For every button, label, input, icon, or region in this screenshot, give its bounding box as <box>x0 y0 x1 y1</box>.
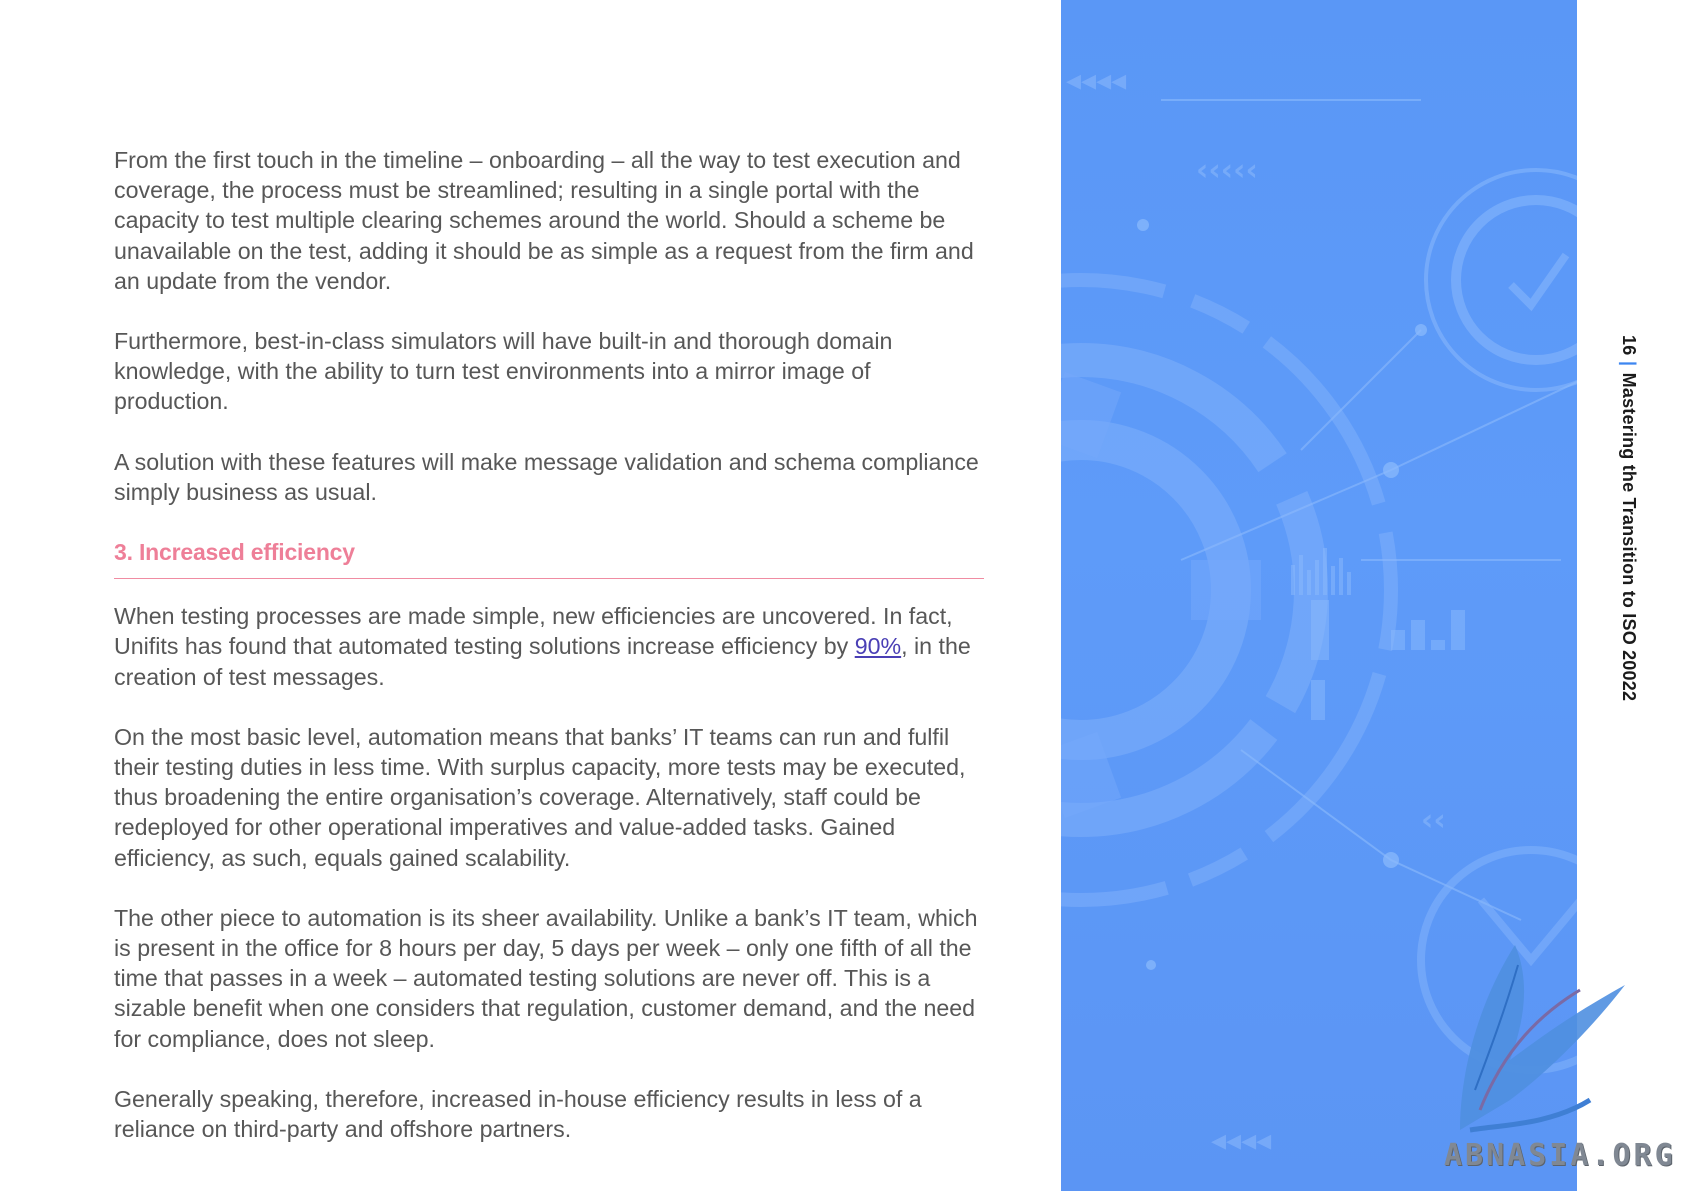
svg-text:‹‹: ‹‹ <box>1421 803 1446 838</box>
paragraph: A solution with these features will make… <box>114 448 979 505</box>
paragraph: The other piece to automation is its she… <box>114 904 978 1052</box>
section-heading: 3. Increased efficiency <box>114 537 984 580</box>
paragraph: From the first touch in the timeline – o… <box>114 147 974 294</box>
svg-text:◂◂◂◂: ◂◂◂◂ <box>1066 63 1126 98</box>
paragraph: Furthermore, best-in-class simulators wi… <box>114 328 893 415</box>
document-title: Mastering the Transition to ISO 20022 <box>1619 372 1639 702</box>
paragraph: On the most basic level, automation mean… <box>114 723 966 871</box>
page-number: 16 <box>1619 335 1639 356</box>
paragraph-text: When testing processes are made simple, … <box>114 603 953 660</box>
header-separator: | <box>1619 361 1639 367</box>
svg-text:◂◂◂◂: ◂◂◂◂ <box>1211 1123 1271 1158</box>
svg-text:‹‹‹‹‹: ‹‹‹‹‹ <box>1196 153 1258 188</box>
paragraph: When testing processes are made simple, … <box>114 601 984 692</box>
feather-lion-logo <box>1460 945 1625 1133</box>
watermark: ABNASIA.ORG <box>1444 1138 1676 1173</box>
paragraph: Generally speaking, therefore, increased… <box>114 1085 922 1143</box>
checkmark-gear-icon <box>1424 168 1577 392</box>
efficiency-stat-link[interactable]: 90% <box>855 633 901 659</box>
running-header: 16 | Mastering the Transition to ISO 20022 <box>1618 335 1639 701</box>
main-text-column: From the first touch in the timeline – o… <box>114 145 984 1174</box>
